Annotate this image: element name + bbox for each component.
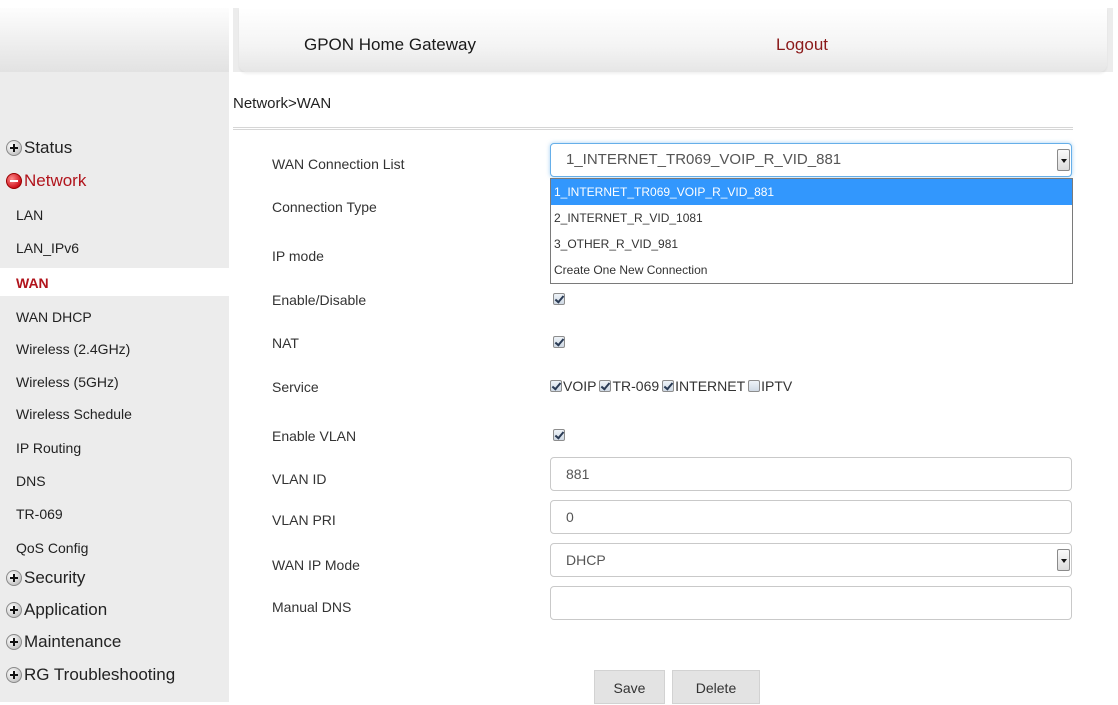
sidebar-item-label: Network <box>24 171 87 190</box>
ip-mode-label: IP mode <box>272 248 324 264</box>
vlan-pri-input[interactable]: 0 <box>550 500 1072 534</box>
wan-connection-list-value: 1_INTERNET_TR069_VOIP_R_VID_881 <box>566 151 842 168</box>
sidebar-item-label: Maintenance <box>24 632 122 651</box>
sidebar-item-wireless-schedule[interactable]: Wireless Schedule <box>16 406 132 422</box>
collapse-minus-icon <box>6 173 22 189</box>
voip-label: VOIP <box>563 378 597 394</box>
iptv-checkbox[interactable] <box>748 380 761 392</box>
vlan-id-input[interactable]: 881 <box>550 457 1072 491</box>
sidebar-item-wireless-24ghz[interactable]: Wireless (2.4GHz) <box>16 341 130 357</box>
sidebar-item-ip-routing[interactable]: IP Routing <box>16 440 81 456</box>
vlan-id-label: VLAN ID <box>272 471 327 487</box>
tr069-checkbox[interactable] <box>599 380 612 392</box>
dropdown-option[interactable]: 1_INTERNET_TR069_VOIP_R_VID_881 <box>551 179 1072 205</box>
sidebar-item-qos-config[interactable]: QoS Config <box>16 540 88 556</box>
sidebar-item-label: RG Troubleshooting <box>24 665 176 684</box>
wan-ip-mode-value: DHCP <box>566 552 606 568</box>
sidebar-item-security[interactable]: Security <box>6 568 85 588</box>
nat-label: NAT <box>272 335 299 351</box>
sidebar-item-wan-dhcp[interactable]: WAN DHCP <box>16 309 92 325</box>
sidebar-item-label: Status <box>24 138 73 157</box>
service-label: Service <box>272 379 319 395</box>
iptv-label: IPTV <box>761 378 793 394</box>
enable-checkbox[interactable] <box>553 293 565 305</box>
sidebar-item-rg-troubleshooting[interactable]: RG Troubleshooting <box>6 665 175 685</box>
expand-plus-icon <box>6 634 22 650</box>
header-panel: GPON Home Gateway Logout <box>239 8 1107 72</box>
dropdown-option[interactable]: Create One New Connection <box>551 257 1072 283</box>
sidebar-item-lan[interactable]: LAN <box>16 207 43 223</box>
sidebar-item-label: Security <box>24 568 86 587</box>
delete-button[interactable]: Delete <box>672 670 760 704</box>
sidebar-logo-area <box>0 8 229 72</box>
sidebar-item-dns[interactable]: DNS <box>16 473 46 489</box>
service-options: VOIP TR-069 INTERNET IPTV <box>550 378 795 394</box>
enable-vlan-checkbox[interactable] <box>553 429 565 441</box>
manual-dns-label: Manual DNS <box>272 599 352 615</box>
enable-disable-label: Enable/Disable <box>272 292 367 308</box>
dropdown-option[interactable]: 2_INTERNET_R_VID_1081 <box>551 205 1072 231</box>
nat-checkbox[interactable] <box>553 336 565 348</box>
logout-link[interactable]: Logout <box>776 35 828 55</box>
voip-checkbox[interactable] <box>550 380 562 392</box>
expand-plus-icon <box>6 667 22 683</box>
page-title: GPON Home Gateway <box>304 35 476 54</box>
enable-vlan-label: Enable VLAN <box>272 428 357 444</box>
sidebar-item-label: Application <box>24 600 108 619</box>
internet-label: INTERNET <box>675 378 746 394</box>
internet-checkbox[interactable] <box>662 380 675 392</box>
sidebar-item-tr069[interactable]: TR-069 <box>16 506 63 522</box>
save-button[interactable]: Save <box>594 670 665 704</box>
content-divider <box>233 127 1073 130</box>
wan-connection-list-label: WAN Connection List <box>272 156 405 172</box>
chevron-down-icon[interactable] <box>1057 149 1070 171</box>
chevron-down-icon[interactable] <box>1057 549 1070 571</box>
vlan-pri-label: VLAN PRI <box>272 512 336 528</box>
sidebar-item-lan-ipv6[interactable]: LAN_IPv6 <box>16 240 79 256</box>
sidebar-item-maintenance[interactable]: Maintenance <box>6 632 121 652</box>
breadcrumb: Network>WAN <box>233 95 332 112</box>
expand-plus-icon <box>6 570 22 586</box>
connection-type-label: Connection Type <box>272 199 377 215</box>
tr069-label: TR-069 <box>612 378 660 394</box>
wan-connection-list-select[interactable]: 1_INTERNET_TR069_VOIP_R_VID_881 <box>550 143 1072 177</box>
wan-ip-mode-select[interactable]: DHCP <box>550 543 1072 577</box>
dropdown-option[interactable]: 3_OTHER_R_VID_981 <box>551 231 1072 257</box>
sidebar-item-application[interactable]: Application <box>6 600 107 620</box>
header-bar: GPON Home Gateway Logout <box>233 8 1113 72</box>
sidebar-item-network[interactable]: Network <box>6 171 86 191</box>
sidebar-item-wireless-5ghz[interactable]: Wireless (5GHz) <box>16 374 119 390</box>
sidebar-item-status[interactable]: Status <box>6 138 72 158</box>
expand-plus-icon <box>6 602 22 618</box>
expand-plus-icon <box>6 140 22 156</box>
manual-dns-input[interactable] <box>550 586 1072 620</box>
sidebar-item-wan[interactable]: WAN <box>16 275 49 291</box>
wan-connection-dropdown: 1_INTERNET_TR069_VOIP_R_VID_881 2_INTERN… <box>550 178 1073 284</box>
wan-ip-mode-label: WAN IP Mode <box>272 557 360 573</box>
